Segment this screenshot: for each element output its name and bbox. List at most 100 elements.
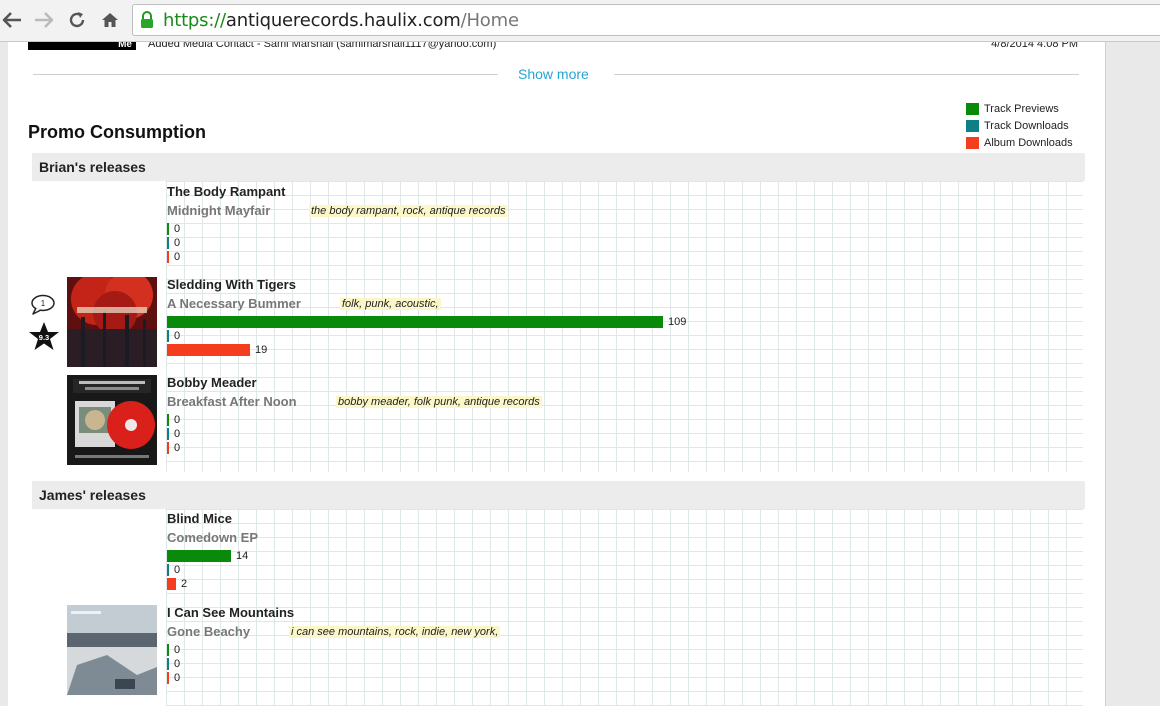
bar-track-previews: 0 bbox=[167, 222, 285, 236]
bar-value: 0 bbox=[174, 428, 181, 440]
bar bbox=[167, 330, 169, 342]
bar bbox=[167, 223, 169, 235]
artist-name[interactable]: Blind Mice bbox=[167, 511, 248, 530]
bar-track-downloads: 0 bbox=[167, 563, 248, 577]
release-tags: the body rampant, rock, antique records bbox=[309, 205, 508, 217]
album-title[interactable]: Gone Beachy bbox=[167, 624, 250, 639]
release-info: I Can See Mountains Gone Beachy i can se… bbox=[167, 605, 501, 685]
divider-left bbox=[33, 74, 498, 75]
bar-value: 0 bbox=[174, 414, 181, 426]
group-header-brian: Brian's releases bbox=[32, 153, 1085, 181]
comment-icon[interactable]: 1 bbox=[30, 294, 56, 321]
bar-album-downloads: 0 bbox=[167, 441, 257, 455]
legend-label: Track Previews bbox=[984, 102, 1059, 115]
chart-legend: Track Previews Track Downloads Album Dow… bbox=[966, 100, 1073, 151]
bar-value: 0 bbox=[174, 330, 181, 342]
bar-value: 0 bbox=[174, 644, 181, 656]
bar-value: 109 bbox=[668, 316, 687, 328]
legend-label: Track Downloads bbox=[984, 119, 1069, 132]
page-content: Me Added Media Contact - Sami Marshall (… bbox=[8, 42, 1106, 706]
url-text: https://antiquerecords.haulix.com/Home bbox=[163, 10, 519, 31]
browser-toolbar: https://antiquerecords.haulix.com/Home bbox=[0, 0, 1160, 42]
address-bar[interactable]: https://antiquerecords.haulix.com/Home bbox=[132, 4, 1160, 36]
bar bbox=[167, 644, 169, 656]
album-line: Midnight Mayfair the body rampant, rock,… bbox=[167, 203, 508, 222]
bar-track-downloads: 0 bbox=[167, 657, 294, 671]
release-row[interactable]: Bobby Meader Breakfast After Noon bobby … bbox=[28, 375, 1088, 465]
artist-name[interactable]: Sledding With Tigers bbox=[167, 277, 686, 296]
show-more-link[interactable]: Show more bbox=[518, 66, 589, 82]
back-arrow-icon[interactable] bbox=[0, 8, 24, 32]
bar-value: 0 bbox=[174, 672, 181, 684]
bar-value: 0 bbox=[174, 658, 181, 670]
album-line: Gone Beachy i can see mountains, rock, i… bbox=[167, 624, 501, 643]
legend-item-album-downloads: Album Downloads bbox=[966, 134, 1073, 151]
bar bbox=[167, 578, 176, 590]
release-tags: folk, punk, acoustic, bbox=[340, 298, 441, 310]
home-icon[interactable] bbox=[98, 8, 122, 32]
bar-value: 14 bbox=[236, 550, 249, 562]
rating-value: 9.3 bbox=[39, 333, 49, 342]
bar bbox=[167, 442, 169, 454]
legend-swatch bbox=[966, 136, 979, 149]
album-line: Breakfast After Noon bobby meader, folk … bbox=[167, 394, 542, 413]
user-badge: Me bbox=[28, 42, 136, 50]
url-scheme: https:// bbox=[163, 10, 226, 31]
url-host: antiquerecords.haulix.com bbox=[225, 10, 461, 31]
bar bbox=[167, 344, 250, 356]
bar-album-downloads: 19 bbox=[167, 343, 686, 357]
bar-album-downloads: 0 bbox=[167, 671, 294, 685]
forward-arrow-icon[interactable] bbox=[32, 8, 56, 32]
legend-item-track-downloads: Track Downloads bbox=[966, 117, 1073, 134]
album-cover[interactable] bbox=[67, 605, 157, 695]
album-cover[interactable] bbox=[67, 277, 157, 367]
album-title[interactable]: A Necessary Bummer bbox=[167, 296, 301, 311]
star-rating-icon: 9.3 bbox=[28, 321, 60, 356]
bar bbox=[167, 550, 231, 562]
bar-track-previews: 109 bbox=[167, 315, 686, 329]
page-title: Promo Consumption bbox=[28, 122, 206, 142]
bar-value: 0 bbox=[174, 251, 181, 263]
lock-icon bbox=[139, 11, 155, 34]
bar bbox=[167, 237, 169, 249]
bar-value: 0 bbox=[174, 223, 181, 235]
album-cover[interactable] bbox=[67, 375, 157, 465]
reload-icon[interactable] bbox=[65, 8, 89, 32]
bar-value: 19 bbox=[255, 344, 268, 356]
bar bbox=[167, 658, 169, 670]
bar bbox=[167, 564, 169, 576]
bar-value: 0 bbox=[174, 442, 181, 454]
bar-value: 0 bbox=[174, 237, 181, 249]
release-row[interactable]: 1 9.3 Sledding With Tigers A Necessary B… bbox=[28, 277, 1088, 367]
legend-label: Album Downloads bbox=[984, 136, 1073, 149]
release-tags: bobby meader, folk punk, antique records bbox=[336, 396, 542, 408]
bar bbox=[167, 428, 169, 440]
bar-track-previews: 0 bbox=[167, 413, 257, 427]
activity-row: Me Added Media Contact - Sami Marshall (… bbox=[28, 42, 1088, 54]
album-line: Comedown EP bbox=[167, 530, 258, 549]
album-title[interactable]: Comedown EP bbox=[167, 530, 258, 545]
bar bbox=[167, 672, 169, 684]
bar bbox=[167, 251, 169, 263]
release-info: Bobby Meader Breakfast After Noon bobby … bbox=[167, 375, 542, 455]
bar-track-downloads: 0 bbox=[167, 427, 257, 441]
artist-name[interactable]: I Can See Mountains bbox=[167, 605, 294, 624]
legend-swatch bbox=[966, 119, 979, 132]
artist-name[interactable]: The Body Rampant bbox=[167, 184, 285, 203]
album-title[interactable]: Breakfast After Noon bbox=[167, 394, 297, 409]
artist-name[interactable]: Bobby Meader bbox=[167, 375, 257, 394]
comment-count: 1 bbox=[41, 299, 46, 308]
bar-album-downloads: 2 bbox=[167, 577, 248, 591]
legend-item-track-previews: Track Previews bbox=[966, 100, 1073, 117]
activity-text: Added Media Contact - Sami Marshall (sam… bbox=[148, 42, 497, 50]
release-row[interactable]: The Body Rampant Midnight Mayfair the bo… bbox=[28, 184, 1088, 274]
release-row[interactable]: I Can See Mountains Gone Beachy i can se… bbox=[28, 605, 1088, 695]
release-row[interactable]: Blind Mice Comedown EP 14 0 2 bbox=[28, 511, 1088, 601]
album-title[interactable]: Midnight Mayfair bbox=[167, 203, 270, 218]
release-info: The Body Rampant Midnight Mayfair the bo… bbox=[167, 184, 508, 264]
legend-swatch bbox=[966, 102, 979, 115]
bar bbox=[167, 316, 663, 328]
bar-track-previews: 14 bbox=[167, 549, 248, 563]
album-line: A Necessary Bummer folk, punk, acoustic, bbox=[167, 296, 686, 315]
release-info: Sledding With Tigers A Necessary Bummer … bbox=[167, 277, 686, 357]
